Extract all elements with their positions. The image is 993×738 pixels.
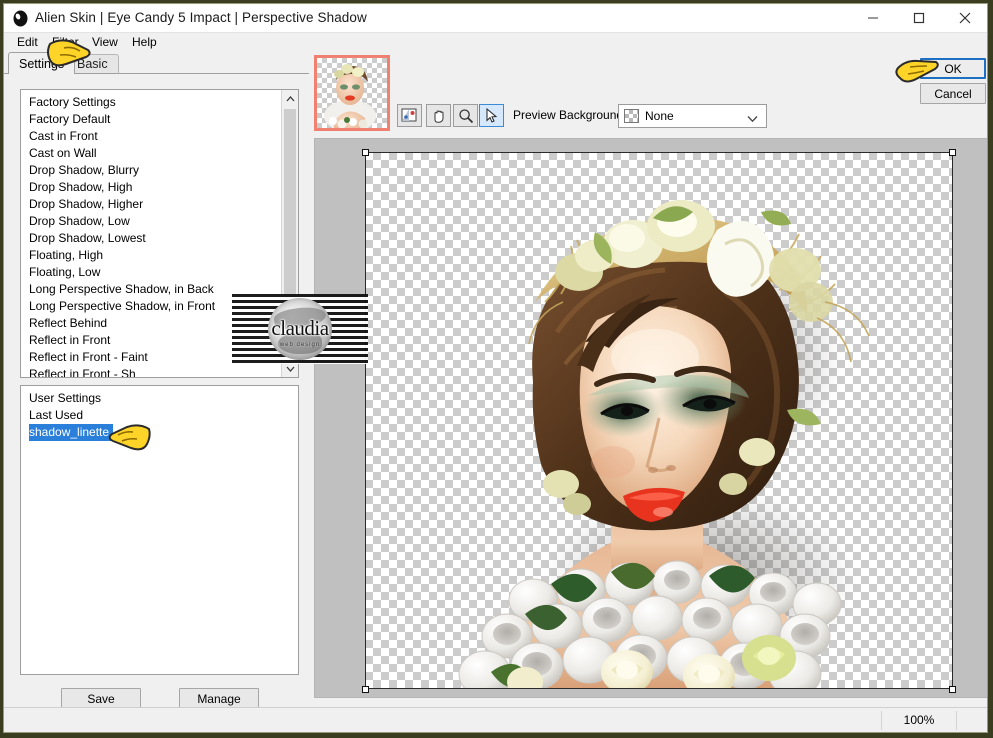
ok-button[interactable]: OK (920, 58, 986, 79)
list-item[interactable]: Last Used (21, 407, 286, 424)
minimize-button[interactable] (850, 4, 896, 32)
list-item[interactable]: Reflect in Front - Faint (21, 349, 281, 366)
menu-view[interactable]: View (89, 35, 121, 50)
list-item[interactable]: Drop Shadow, Lowest (21, 230, 281, 247)
save-button[interactable]: Save (61, 688, 141, 709)
status-resize-grip (956, 711, 987, 730)
list-item[interactable]: Drop Shadow, Low (21, 213, 281, 230)
cancel-button[interactable]: Cancel (920, 83, 986, 104)
maximize-button[interactable] (896, 4, 942, 32)
alien-skin-icon (12, 10, 29, 27)
user-list-scrollbar[interactable] (286, 386, 298, 674)
preview-background-value: None (645, 109, 674, 123)
manage-button[interactable]: Manage (179, 688, 259, 709)
factory-settings-list[interactable]: Factory Settings Factory Default Cast in F… (20, 89, 299, 378)
list-item[interactable]: Drop Shadow, Higher (21, 196, 281, 213)
scroll-up-icon[interactable] (282, 90, 298, 107)
list-item[interactable]: Reflect in Front (21, 332, 281, 349)
preview-background-label: Preview Background: (513, 108, 627, 122)
status-bar: 100% (4, 707, 987, 732)
preview-background-select[interactable]: None (618, 104, 767, 128)
preview-canvas[interactable] (314, 138, 987, 698)
list-item[interactable]: Factory Default (21, 111, 281, 128)
settings-panel: Factory Settings Factory Default Cast in F… (4, 73, 309, 709)
selection-handle-bottom-left[interactable] (362, 686, 369, 693)
list-item[interactable]: Cast in Front (21, 128, 281, 145)
tab-strip: Settings Basic (4, 52, 304, 74)
scroll-thumb[interactable] (284, 109, 296, 335)
user-settings-list[interactable]: User Settings Last Used shadow_linette (20, 385, 299, 675)
factory-list-scrollbar[interactable] (281, 90, 298, 377)
zoom-tool-icon[interactable] (453, 104, 478, 127)
user-settings-header: User Settings (29, 391, 102, 405)
chevron-down-icon[interactable] (747, 112, 758, 126)
preview-background-swatch (624, 109, 639, 123)
compare-preview-icon[interactable] (397, 104, 422, 127)
close-button[interactable] (942, 4, 987, 32)
tab-settings[interactable]: Settings (8, 52, 76, 74)
preview-image (365, 152, 953, 689)
dialog-buttons: OK Cancel (917, 55, 987, 109)
list-item[interactable]: Drop Shadow, Blurry (21, 162, 281, 179)
window-title: Alien Skin | Eye Candy 5 Impact | Perspe… (35, 10, 367, 25)
factory-settings-header: Factory Settings (29, 95, 116, 109)
menu-edit[interactable]: Edit (14, 35, 41, 50)
list-item[interactable]: Drop Shadow, High (21, 179, 281, 196)
zoom-level: 100% (881, 711, 956, 730)
list-item[interactable]: Floating, Low (21, 264, 281, 281)
arrow-tool-icon[interactable] (479, 104, 504, 127)
list-item[interactable]: Floating, High (21, 247, 281, 264)
menu-bar: Edit Filter View Help (4, 33, 987, 52)
list-item[interactable]: Reflect Behind (21, 315, 281, 332)
application-window: Alien Skin | Eye Candy 5 Impact | Perspe… (3, 3, 988, 733)
list-item[interactable]: Long Perspective Shadow, in Back (21, 281, 281, 298)
selection-handle-top-left[interactable] (362, 149, 369, 156)
list-item[interactable]: Cast on Wall (21, 145, 281, 162)
preview-panel: Preview Background: None OK Cancel (309, 52, 987, 707)
menu-help[interactable]: Help (129, 35, 160, 50)
transparency-checkerboard (365, 152, 953, 689)
list-item[interactable]: Reflect in Front - Sh (21, 366, 281, 377)
menu-filter[interactable]: Filter (49, 35, 82, 50)
hand-tool-icon[interactable] (426, 104, 451, 127)
title-bar: Alien Skin | Eye Candy 5 Impact | Perspe… (4, 4, 987, 33)
list-item[interactable]: Long Perspective Shadow, in Front (21, 298, 281, 315)
selection-handle-top-right[interactable] (949, 149, 956, 156)
scroll-down-icon[interactable] (282, 360, 298, 377)
preview-toolbar: Preview Background: None (309, 100, 987, 138)
list-item[interactable]: shadow_linette (29, 424, 114, 441)
selection-handle-bottom-right[interactable] (949, 686, 956, 693)
